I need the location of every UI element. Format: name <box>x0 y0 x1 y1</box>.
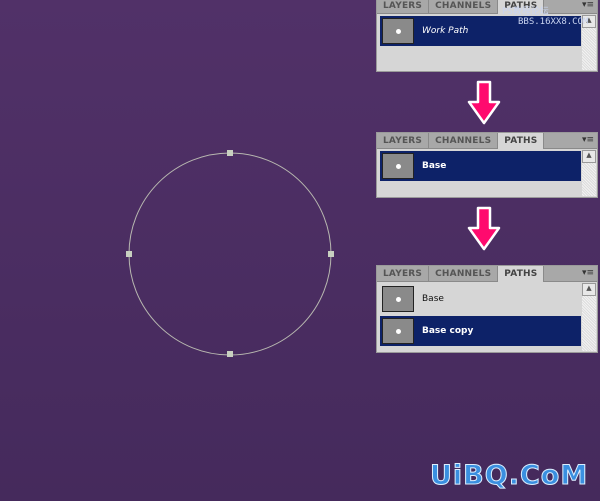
scroll-up-icon[interactable]: ▲ <box>582 150 596 163</box>
panel-menu-icon[interactable]: ▾≡ <box>582 0 594 10</box>
path-name: Base copy <box>422 326 474 336</box>
arrow-down-icon <box>467 206 501 251</box>
tab-channels[interactable]: CHANNELS <box>429 133 499 149</box>
paths-panel-2: LAYERS CHANNELS PATHS ▾≡ Base ▲ <box>376 132 598 198</box>
watermark-line1: PS教程论坛 <box>502 7 549 17</box>
path-row-base[interactable]: Base <box>380 151 581 181</box>
tab-layers[interactable]: LAYERS <box>377 266 430 282</box>
tab-channels[interactable]: CHANNELS <box>429 266 499 282</box>
anchor-point-top[interactable] <box>227 150 233 156</box>
site-logo: UiBQ.CoM <box>429 460 589 492</box>
anchor-point-bottom[interactable] <box>227 351 233 357</box>
tab-paths[interactable]: PATHS <box>498 133 545 149</box>
path-name: Work Path <box>422 26 469 36</box>
path-name: Base <box>422 161 447 171</box>
panel-menu-icon[interactable]: ▾≡ <box>582 268 594 278</box>
watermark-line2: BBS.16XX8.COM <box>518 17 589 27</box>
tab-layers[interactable]: LAYERS <box>377 133 430 149</box>
scroll-up-icon[interactable]: ▲ <box>582 283 596 296</box>
path-row-base[interactable]: Base <box>380 284 581 314</box>
anchor-point-left[interactable] <box>126 251 132 257</box>
arrow-down-icon <box>467 80 501 125</box>
tab-channels[interactable]: CHANNELS <box>429 0 499 14</box>
tab-layers[interactable]: LAYERS <box>377 0 430 14</box>
canvas-circle-path <box>126 150 334 357</box>
scrollbar[interactable]: ▲ <box>582 283 596 351</box>
panel-menu-icon[interactable]: ▾≡ <box>582 135 594 145</box>
path-thumbnail <box>382 318 414 344</box>
scrollbar[interactable]: ▲ <box>582 150 596 196</box>
anchor-point-right[interactable] <box>328 251 334 257</box>
path-thumbnail <box>382 153 414 179</box>
paths-panel-3: LAYERS CHANNELS PATHS ▾≡ Base Base copy ▲ <box>376 265 598 353</box>
tab-paths[interactable]: PATHS <box>498 266 545 282</box>
path-thumbnail <box>382 18 414 44</box>
path-row-base-copy[interactable]: Base copy <box>380 316 581 346</box>
paths-panel-1: LAYERS CHANNELS PATHS ▾≡ Work Path ▲ <box>376 0 598 72</box>
path-thumbnail <box>382 286 414 312</box>
path-name: Base <box>422 294 444 304</box>
